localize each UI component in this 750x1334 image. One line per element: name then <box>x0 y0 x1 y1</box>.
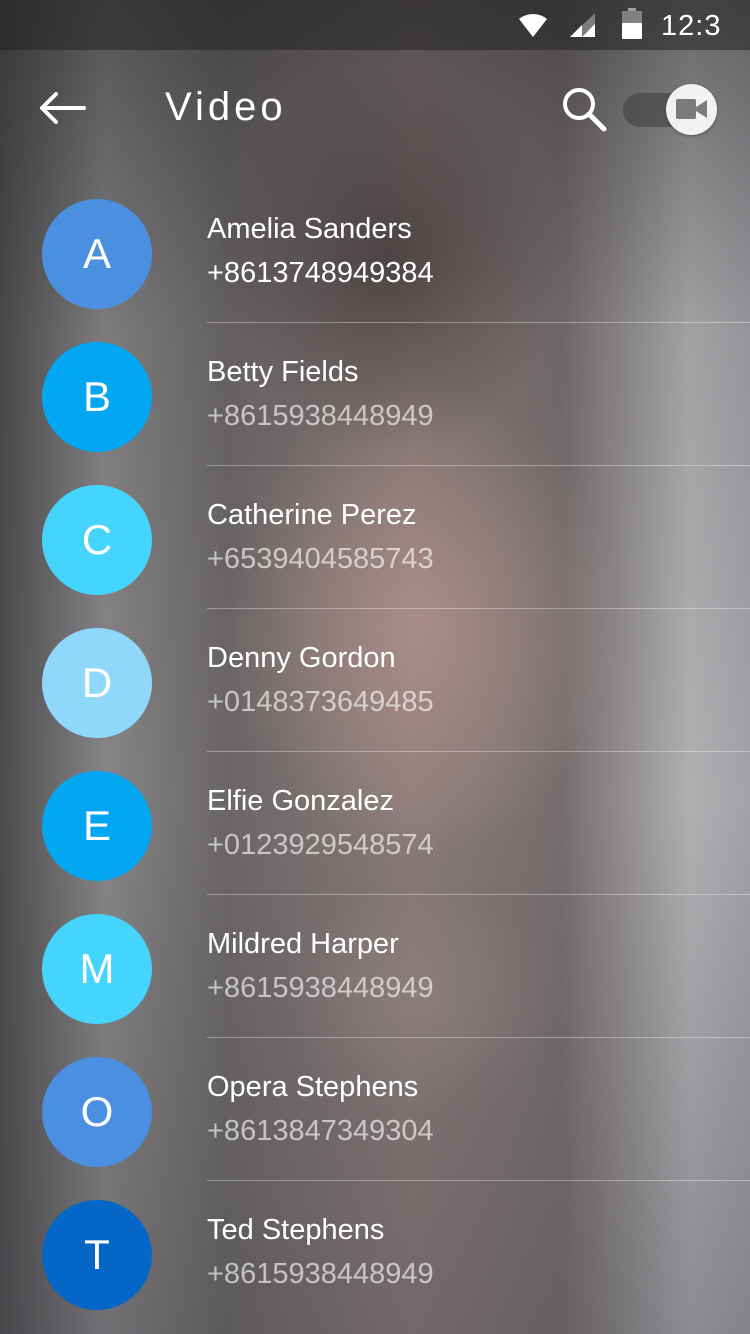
cell-signal-icon <box>570 13 595 37</box>
contact-item[interactable]: D Denny Gordon +0148373649485 <box>0 609 750 752</box>
contact-phone: +8613748949384 <box>207 257 434 289</box>
contact-list: A Amelia Sanders +8613748949384 B Betty Fiel… <box>0 180 750 1324</box>
contact-avatar: A <box>42 199 152 309</box>
page-title: Video <box>165 85 287 129</box>
contact-avatar: D <box>42 628 152 738</box>
contact-item[interactable]: M Mildred Harper +8615938448949 <box>0 895 750 1038</box>
contact-item[interactable]: T Ted Stephens +8615938448949 <box>0 1181 750 1324</box>
contact-phone: +8615938448949 <box>207 972 434 1004</box>
video-camera-icon <box>676 99 707 119</box>
arrow-left-icon <box>40 92 86 124</box>
contact-item[interactable]: B Betty Fields +8615938448949 <box>0 323 750 466</box>
contact-name: Betty Fields <box>207 356 359 388</box>
contact-avatar: E <box>42 771 152 881</box>
contact-name: Elfie Gonzalez <box>207 785 394 817</box>
contact-item[interactable]: E Elfie Gonzalez +0123929548574 <box>0 752 750 895</box>
contact-avatar: C <box>42 485 152 595</box>
contact-name: Ted Stephens <box>207 1214 385 1246</box>
app-bar: Video <box>0 50 750 170</box>
contact-item[interactable]: A Amelia Sanders +8613748949384 <box>0 180 750 323</box>
clock: 12:3 <box>661 10 722 42</box>
contact-item[interactable]: C Catherine Perez +6539404585743 <box>0 466 750 609</box>
contact-name: Mildred Harper <box>207 928 399 960</box>
video-toggle[interactable] <box>621 84 719 135</box>
contact-phone: +8615938448949 <box>207 1258 434 1290</box>
back-button[interactable] <box>36 88 88 128</box>
contact-avatar: T <box>42 1200 152 1310</box>
battery-icon <box>622 8 642 39</box>
contact-phone: +8613847349304 <box>207 1115 434 1147</box>
contact-avatar: O <box>42 1057 152 1167</box>
contact-phone: +0123929548574 <box>207 829 434 861</box>
contact-phone: +0148373649485 <box>207 686 434 718</box>
contact-name: Opera Stephens <box>207 1071 419 1103</box>
search-button[interactable] <box>560 86 608 132</box>
contact-phone: +6539404585743 <box>207 543 434 575</box>
status-bar: 12:3 <box>0 0 750 50</box>
contact-name: Denny Gordon <box>207 642 396 674</box>
wifi-icon <box>519 13 547 38</box>
contact-name: Amelia Sanders <box>207 213 412 245</box>
search-icon <box>563 88 607 132</box>
contact-item[interactable]: O Opera Stephens +8613847349304 <box>0 1038 750 1181</box>
toggle-thumb <box>666 84 717 135</box>
contact-name: Catherine Perez <box>207 499 417 531</box>
contact-avatar: B <box>42 342 152 452</box>
contact-avatar: M <box>42 914 152 1024</box>
contact-phone: +8615938448949 <box>207 400 434 432</box>
